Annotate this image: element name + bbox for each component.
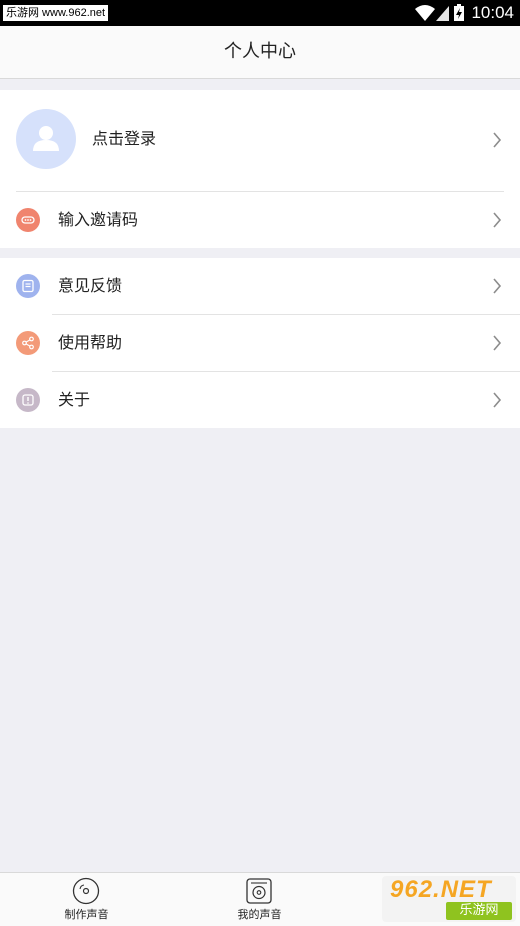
account-group: 点击登录 输入邀请码 [0, 90, 520, 248]
menu-item-about[interactable]: 关于 [0, 372, 520, 428]
source-watermark-text: 乐游网 www.962.net [3, 5, 109, 21]
share-help-icon [16, 331, 40, 355]
menu-item-feedback[interactable]: 意见反馈 [0, 258, 520, 314]
watermark-logo-text: 962.NET [390, 876, 492, 903]
chevron-right-icon [493, 278, 502, 294]
tab-label: 我的声音 [237, 908, 282, 921]
chevron-right-icon [493, 392, 502, 408]
feedback-icon [16, 274, 40, 298]
my-voice-icon [246, 878, 272, 904]
watermark-sub-text: 乐游网 [446, 902, 512, 920]
tab-make-sound[interactable]: 制作声音 [0, 873, 173, 926]
record-disc-icon [72, 877, 100, 905]
menu-item-label: 关于 [58, 390, 91, 409]
site-watermark: 962.NET 乐游网 [382, 876, 516, 922]
status-bar: 乐游网 www.962.net 10:04 [0, 0, 520, 26]
menu-item-invite-code[interactable]: 输入邀请码 [0, 192, 520, 248]
clock: 10:04 [471, 3, 514, 22]
chevron-right-icon [493, 212, 502, 228]
menu-item-label: 使用帮助 [58, 333, 123, 352]
menu-item-label: 意见反馈 [58, 276, 123, 295]
user-icon [33, 126, 59, 151]
signal-icon [436, 6, 449, 21]
login-label: 点击登录 [92, 129, 157, 148]
battery-icon [454, 4, 464, 21]
wifi-icon [415, 5, 435, 21]
menu-item-help[interactable]: 使用帮助 [0, 315, 520, 371]
chevron-right-icon [493, 132, 502, 148]
login-row[interactable]: 点击登录 [0, 90, 520, 190]
settings-group: 意见反馈 使用帮助 关于 [0, 258, 520, 428]
chevron-right-icon [493, 335, 502, 351]
page-title: 个人中心 [0, 26, 520, 79]
invite-code-icon [16, 208, 40, 232]
info-icon [16, 388, 40, 412]
tab-label: 制作声音 [64, 908, 109, 921]
tab-my-sound[interactable]: 我的声音 [173, 873, 346, 926]
avatar[interactable] [16, 109, 76, 169]
menu-item-label: 输入邀请码 [58, 210, 139, 229]
